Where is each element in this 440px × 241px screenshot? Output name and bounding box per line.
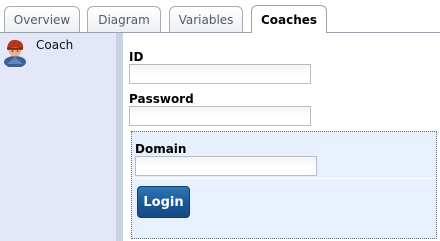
- login-form: ID Password Domain Login: [123, 33, 440, 241]
- tab-coaches[interactable]: Coaches: [251, 5, 327, 34]
- domain-divider: [132, 178, 436, 179]
- password-input[interactable]: [129, 106, 311, 126]
- sidebar-item-coach[interactable]: Coach: [3, 37, 113, 68]
- tab-overview[interactable]: Overview: [4, 6, 80, 33]
- sidebar-item-label: Coach: [36, 38, 74, 52]
- coach-list-panel: Coach: [0, 33, 117, 241]
- domain-panel: Domain Login: [131, 131, 437, 239]
- domain-label: Domain: [135, 142, 187, 156]
- tab-bar: Overview Diagram Variables Coaches: [0, 0, 440, 34]
- user-coach-icon: [3, 37, 31, 68]
- domain-input[interactable]: [135, 156, 317, 176]
- id-input[interactable]: [129, 64, 311, 84]
- id-label: ID: [129, 50, 144, 64]
- tab-variables[interactable]: Variables: [169, 6, 243, 33]
- tab-diagram[interactable]: Diagram: [87, 6, 161, 33]
- login-button[interactable]: Login: [137, 186, 190, 218]
- password-label: Password: [129, 92, 194, 106]
